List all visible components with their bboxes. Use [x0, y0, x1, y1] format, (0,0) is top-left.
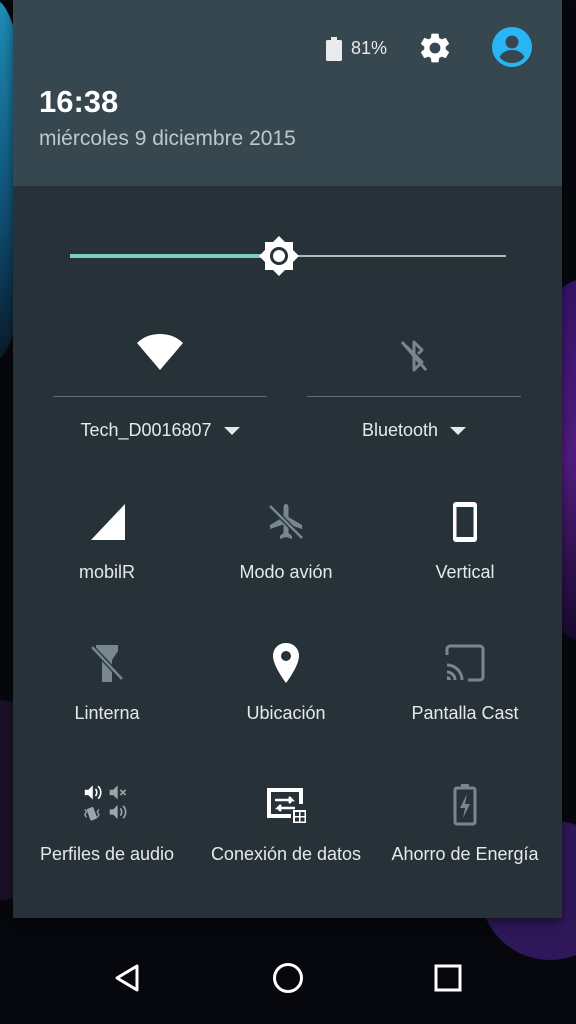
tile-label: Vertical	[435, 562, 495, 582]
tile-label: Pantalla Cast	[411, 703, 519, 723]
tile-label: Conexión de datos	[210, 844, 362, 864]
tile-label[interactable]: Bluetooth	[307, 420, 521, 441]
brightness-sun-icon[interactable]	[259, 236, 299, 276]
bluetooth-label: Bluetooth	[361, 420, 439, 440]
clock-date: miércoles 9 diciembre 2015	[39, 127, 296, 150]
cell-signal-icon	[91, 504, 125, 540]
tile-battery-saver[interactable]: Ahorro de Energía	[375, 780, 555, 880]
tile-label: Ahorro de Energía	[391, 844, 539, 864]
bluetooth-disabled-icon	[400, 340, 428, 372]
wifi-icon	[137, 334, 183, 370]
back-icon[interactable]	[103, 954, 151, 1002]
tile-airplane-mode[interactable]: Modo avión	[196, 498, 376, 598]
tile-label[interactable]: Tech_D0016807	[53, 420, 267, 441]
tile-orientation[interactable]: Vertical	[375, 498, 555, 598]
recents-icon[interactable]	[424, 954, 472, 1002]
tile-data-connection[interactable]: Conexión de datos	[196, 780, 376, 880]
tile-label: Perfiles de audio	[39, 844, 175, 864]
tile-cast[interactable]: Pantalla Cast	[375, 639, 555, 739]
tile-label: Linterna	[74, 703, 140, 723]
tile-audio-profiles[interactable]: Perfiles de audio	[17, 780, 197, 880]
brightness-fill	[70, 254, 279, 258]
audio-profiles-icon	[83, 785, 127, 821]
home-icon[interactable]	[264, 954, 312, 1002]
tile-label: Modo avión	[239, 562, 333, 582]
battery-saver-icon	[453, 784, 477, 826]
data-connection-icon	[267, 788, 306, 823]
brightness-slider[interactable]	[70, 236, 506, 276]
location-pin-icon	[273, 643, 299, 683]
tile-location[interactable]: Ubicación	[196, 639, 376, 739]
user-avatar-icon[interactable]	[492, 27, 532, 67]
clock-time: 16:38	[39, 84, 119, 119]
tile-mobile-data[interactable]: mobilR	[17, 498, 197, 598]
cast-icon	[445, 644, 485, 682]
tile-flashlight[interactable]: Linterna	[17, 639, 197, 739]
dropdown-caret-icon[interactable]	[450, 427, 467, 436]
tile-label: Ubicación	[246, 703, 326, 723]
battery-icon	[326, 37, 342, 61]
gear-icon[interactable]	[417, 30, 453, 66]
wifi-network-name: Tech_D0016807	[80, 420, 212, 440]
dropdown-caret-icon[interactable]	[223, 427, 240, 436]
tile-divider	[307, 396, 521, 397]
airplane-off-icon	[268, 504, 304, 540]
tile-wifi[interactable]: Tech_D0016807	[53, 322, 267, 452]
flashlight-off-icon	[90, 645, 124, 682]
battery-percent: 81%	[351, 38, 388, 58]
tile-bluetooth[interactable]: Bluetooth	[307, 322, 521, 452]
quick-settings-header: 81% 16:38 miércoles 9 diciembre 2015	[13, 0, 562, 186]
portrait-icon	[453, 502, 477, 542]
quick-settings-panel: 81% 16:38 miércoles 9 diciembre 2015 Tec…	[13, 0, 562, 918]
tile-label: mobilR	[78, 562, 135, 582]
tile-divider	[53, 396, 267, 397]
navigation-bar	[0, 930, 576, 1024]
